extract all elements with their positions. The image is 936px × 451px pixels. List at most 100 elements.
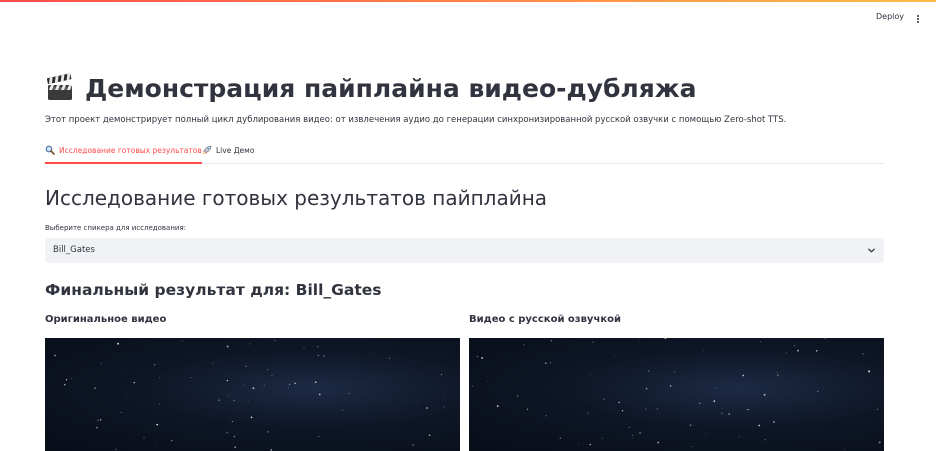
star-dot xyxy=(471,385,474,387)
star-dot xyxy=(412,444,414,446)
result-heading: Финальный результат для: Bill_Gates xyxy=(45,281,382,299)
star-dot xyxy=(601,437,603,439)
star-dot xyxy=(317,346,319,348)
star-dot xyxy=(815,350,818,352)
app-header: Deploy xyxy=(0,2,936,38)
star-dot xyxy=(96,419,99,422)
star-dot xyxy=(773,421,775,423)
star-dot xyxy=(372,352,374,354)
star-dot xyxy=(226,345,229,348)
star-dot xyxy=(233,399,236,402)
deploy-button[interactable]: Deploy xyxy=(876,12,904,21)
star-dot xyxy=(645,387,648,390)
star-dot xyxy=(249,343,251,345)
dubbed-video-player[interactable] xyxy=(469,338,884,451)
star-dot xyxy=(143,437,145,439)
star-dot xyxy=(294,382,297,385)
star-dot xyxy=(428,434,431,437)
speaker-select-value: Bill_Gates xyxy=(53,245,95,255)
star-dot xyxy=(523,344,525,346)
star-dot xyxy=(252,387,255,390)
star-dot xyxy=(127,397,129,399)
star-dot xyxy=(878,441,881,444)
star-dot xyxy=(156,423,159,426)
starfield-decoration xyxy=(471,338,881,450)
star-dot xyxy=(549,362,551,364)
starfield-decoration xyxy=(54,340,445,451)
star-dot xyxy=(578,442,580,444)
star-dot xyxy=(631,438,633,439)
star-dot xyxy=(426,407,428,409)
rocket-icon xyxy=(202,145,212,155)
star-dot xyxy=(159,403,161,405)
star-dot xyxy=(170,439,173,442)
star-dot xyxy=(496,405,499,407)
star-dot xyxy=(155,445,156,447)
star-dot xyxy=(76,437,78,438)
star-dot xyxy=(226,432,228,434)
star-dot xyxy=(844,448,846,450)
page-title: Демонстрация пайплайна видео-дубляжа xyxy=(85,73,697,103)
chevron-down-icon xyxy=(868,248,875,253)
star-dot xyxy=(550,340,552,342)
star-dot xyxy=(721,408,723,410)
star-dot xyxy=(747,408,749,411)
star-dot xyxy=(54,354,56,357)
star-dot xyxy=(544,362,547,365)
section-heading: Исследование готовых результатов пайплай… xyxy=(45,186,548,210)
tab-live-demo[interactable]: Live Демо xyxy=(202,145,254,164)
star-dot xyxy=(487,380,488,382)
star-dot xyxy=(862,353,864,355)
star-dot xyxy=(674,371,675,373)
star-dot xyxy=(740,346,742,348)
star-dot xyxy=(758,424,761,427)
star-dot xyxy=(234,446,237,449)
star-dot xyxy=(342,409,343,411)
star-dot xyxy=(587,412,589,414)
main-menu-icon[interactable] xyxy=(914,12,922,26)
star-dot xyxy=(702,350,704,352)
star-dot xyxy=(94,387,97,390)
star-dot xyxy=(776,372,778,374)
star-dot xyxy=(657,441,660,444)
star-dot xyxy=(797,349,799,352)
star-dot xyxy=(65,379,68,381)
star-dot xyxy=(153,363,156,366)
star-dot xyxy=(647,370,650,372)
star-dot xyxy=(776,374,779,377)
star-dot xyxy=(159,377,161,379)
star-dot xyxy=(263,385,265,386)
star-dot xyxy=(824,338,826,339)
star-dot xyxy=(645,408,647,410)
star-dot xyxy=(614,355,616,357)
star-dot xyxy=(618,401,620,404)
star-dot xyxy=(721,412,723,414)
star-dot xyxy=(100,362,103,364)
star-dot xyxy=(590,373,592,376)
star-dot xyxy=(271,374,273,376)
original-video-player[interactable] xyxy=(45,338,460,451)
star-dot xyxy=(476,356,478,358)
star-dot xyxy=(868,370,871,373)
star-dot xyxy=(545,415,547,417)
star-dot xyxy=(133,381,136,384)
star-dot xyxy=(377,384,379,385)
star-dot xyxy=(715,387,717,389)
star-dot xyxy=(317,354,320,357)
star-dot xyxy=(628,426,630,428)
star-dot xyxy=(274,340,276,342)
tab-bar: Исследование готовых результатов Live Де… xyxy=(45,140,884,164)
star-dot xyxy=(443,406,445,408)
tab-explore-results[interactable]: Исследование готовых результатов xyxy=(45,145,202,164)
star-dot xyxy=(713,400,716,402)
star-dot xyxy=(267,368,269,371)
star-dot xyxy=(120,411,122,413)
speaker-select[interactable]: Bill_Gates xyxy=(45,238,884,263)
star-dot xyxy=(656,408,658,410)
star-dot xyxy=(516,395,519,397)
star-dot xyxy=(289,383,291,385)
star-dot xyxy=(704,434,706,436)
star-dot xyxy=(639,338,640,340)
star-dot xyxy=(764,438,767,441)
star-dot xyxy=(481,357,484,359)
